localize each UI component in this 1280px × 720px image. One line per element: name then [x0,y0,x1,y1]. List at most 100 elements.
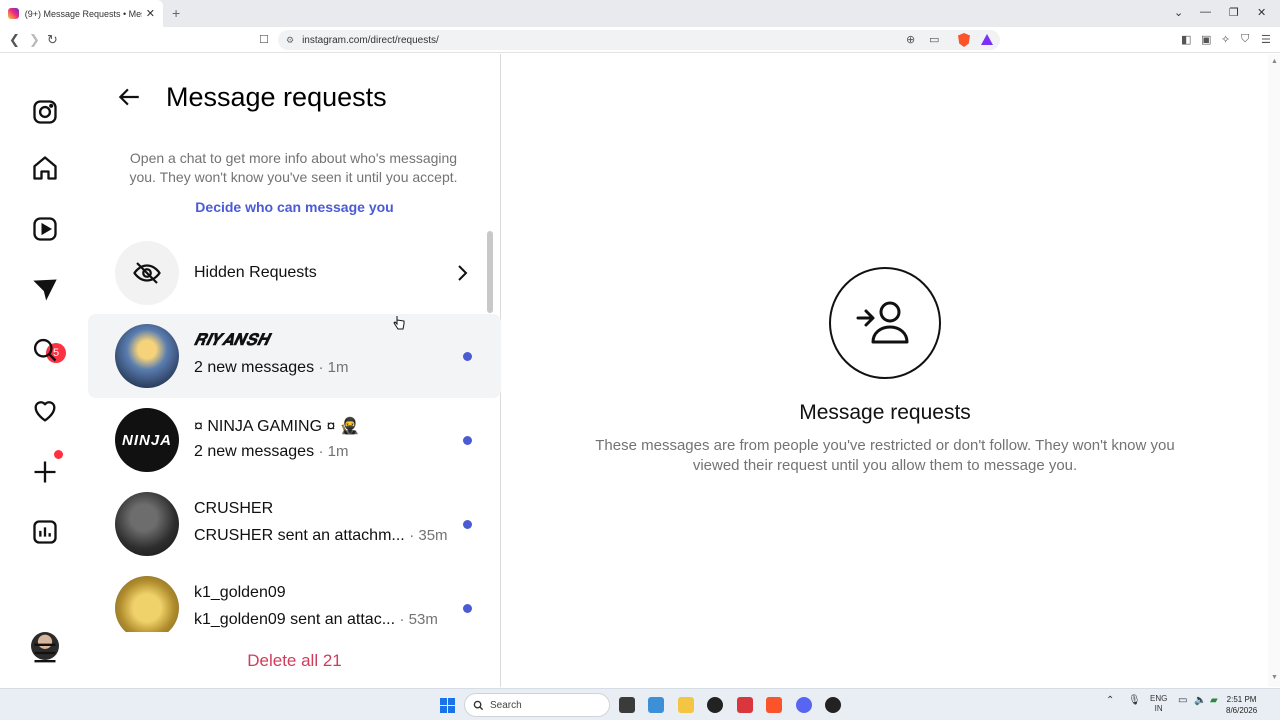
request-list: 𝑹𝑰𝒀𝑨𝑵𝑺𝑯 2 new messages · 1m NINJA ¤ NINJ… [88,314,501,632]
app-icon-red[interactable] [737,697,753,713]
microphone-icon[interactable]: 🎙 [1128,695,1141,706]
windows-start-icon[interactable] [440,698,455,713]
widgets-app-icon[interactable] [648,697,664,713]
hand-cursor-icon [393,316,405,330]
notifications-heart-icon[interactable] [28,394,62,428]
list-scrollbar[interactable] [487,231,493,313]
reels-icon[interactable] [28,212,62,246]
taskbar-search-label: Search [490,699,522,711]
leo-ai-icon[interactable]: ✧ [1221,33,1230,46]
search-icon[interactable] [28,333,62,367]
os-taskbar: Search ⌃ 🎙 ENG IN ▭ 🔈 ▰ 2:51 PM 8/6/2026 [0,688,1280,720]
hidden-requests-row[interactable]: Hidden Requests [88,240,493,306]
preview-text: 2 new messages [194,443,315,460]
battery-icon[interactable]: ▰ [1210,695,1218,706]
request-row[interactable]: k1_golden09 k1_golden09 sent an attac...… [88,566,501,632]
hidden-eye-slash-icon [115,241,179,305]
zoom-icon[interactable]: ⊕ [906,33,915,46]
app-icon-circle[interactable] [707,697,723,713]
messages-icon[interactable] [28,273,62,307]
request-row[interactable]: NINJA ¤ NINJA GAMING ¤ 🥷 2 new messages … [88,398,501,482]
file-explorer-icon[interactable] [678,697,694,713]
delete-all-button[interactable]: Delete all 21 [88,651,501,671]
scroll-down-icon[interactable]: ▼ [1271,674,1278,681]
request-preview: 2 new messages · 1m [194,443,349,461]
sidebar-toggle-icon[interactable]: ◧ [1181,33,1191,46]
tab-title: (9+) Message Requests • Messages [24,8,142,19]
create-plus-icon[interactable] [28,455,62,489]
browser-toolbar: ❮ ❯ ↻ ☐ ⚙ instagram.com/direct/requests/… [0,27,1280,53]
network-icon[interactable]: ▭ [1178,695,1187,706]
language-indicator[interactable]: ENG IN [1150,694,1167,714]
window-close-icon[interactable]: ✕ [1257,6,1266,19]
minimize-icon[interactable]: — [1200,6,1211,18]
request-row[interactable]: 𝑹𝑰𝒀𝑨𝑵𝑺𝑯 2 new messages · 1m [88,314,501,398]
chevron-right-icon [458,265,468,281]
vpn-shield-icon[interactable]: ⛉ [1241,33,1249,46]
volume-icon[interactable]: 🔈 [1194,695,1206,706]
clock-time: 2:51 PM [1226,695,1257,704]
discord-taskbar-icon[interactable] [796,697,812,713]
request-row[interactable]: CRUSHER CRUSHER sent an attachm... · 35m [88,482,501,566]
brave-taskbar-icon[interactable] [766,697,782,713]
request-time: · 53m [399,611,438,628]
tab-search-chevron-icon[interactable]: ⌄ [1174,6,1183,19]
browser-tab-active[interactable]: (9+) Message Requests • Messages ✕ [0,0,163,27]
site-info-icon[interactable]: ⚙ [286,35,294,46]
preview-text: CRUSHER sent an attachm... [194,527,405,544]
request-avatar: NINJA [115,408,179,472]
forward-nav-icon[interactable]: ❯ [29,32,40,48]
brave-rewards-icon[interactable] [981,34,993,45]
back-nav-icon[interactable]: ❮ [9,32,20,48]
maximize-icon[interactable]: ❐ [1229,6,1239,19]
request-name: CRUSHER [194,500,274,517]
unread-dot [463,604,472,613]
wallet-icon[interactable]: ▣ [1201,33,1211,46]
unread-dot [463,520,472,529]
instagram-logo-icon[interactable] [28,95,62,129]
tab-close-icon[interactable]: ✕ [146,7,155,20]
bookmark-icon[interactable]: ☐ [259,33,269,46]
requests-panel: Message requests Open a chat to get more… [88,54,501,687]
preview-text: 2 new messages [194,359,315,376]
new-tab-icon[interactable]: + [172,5,180,21]
url-text: instagram.com/direct/requests/ [302,34,439,46]
hidden-requests-label: Hidden Requests [194,264,317,281]
request-avatar [115,492,179,556]
request-preview: 2 new messages · 1m [194,359,349,377]
request-time: · 35m [409,527,448,544]
request-preview: CRUSHER sent an attachm... · 35m [194,527,448,545]
instagram-favicon-icon [8,8,19,19]
address-bar[interactable]: ⚙ instagram.com/direct/requests/ [278,30,1000,50]
empty-state-badge [829,267,941,379]
request-time: · 1m [318,359,349,376]
page-scrollbar[interactable]: ▲ ▼ [1268,54,1280,687]
request-name: ¤ NINJA GAMING ¤ 🥷 [194,418,360,435]
instagram-sidebar: 5 [0,54,88,687]
empty-state-title: Message requests [799,401,971,424]
lang-line-1: ENG [1150,694,1168,703]
dashboard-icon[interactable] [28,515,62,549]
unread-dot [463,436,472,445]
menu-icon[interactable]: ☰ [1261,33,1271,46]
task-view-icon[interactable] [619,697,635,713]
tray-chevron-icon[interactable]: ⌃ [1106,695,1114,706]
decide-who-can-message-link[interactable]: Decide who can message you [88,199,501,215]
back-arrow-icon[interactable] [116,84,142,110]
more-menu-icon[interactable] [28,636,62,670]
taskbar-search[interactable]: Search [464,693,610,717]
reload-icon[interactable]: ↻ [47,32,58,48]
home-icon[interactable] [28,151,62,185]
app-icon-dark[interactable] [825,697,841,713]
cast-icon[interactable]: ▭ [929,33,939,46]
browser-tabbar: (9+) Message Requests • Messages ✕ + ⌄ —… [0,0,1280,27]
intro-text: Open a chat to get more info about who's… [129,150,458,185]
request-time: · 1m [318,443,349,460]
preview-text: k1_golden09 sent an attac... [194,611,396,628]
taskbar-clock[interactable]: 2:51 PM 8/6/2026 [1226,694,1257,716]
empty-state-description: These messages are from people you've re… [595,437,1175,474]
page-title: Message requests [166,82,387,112]
scroll-up-icon[interactable]: ▲ [1271,58,1278,65]
clock-date: 8/6/2026 [1226,706,1258,715]
taskbar-search-icon [473,700,484,710]
